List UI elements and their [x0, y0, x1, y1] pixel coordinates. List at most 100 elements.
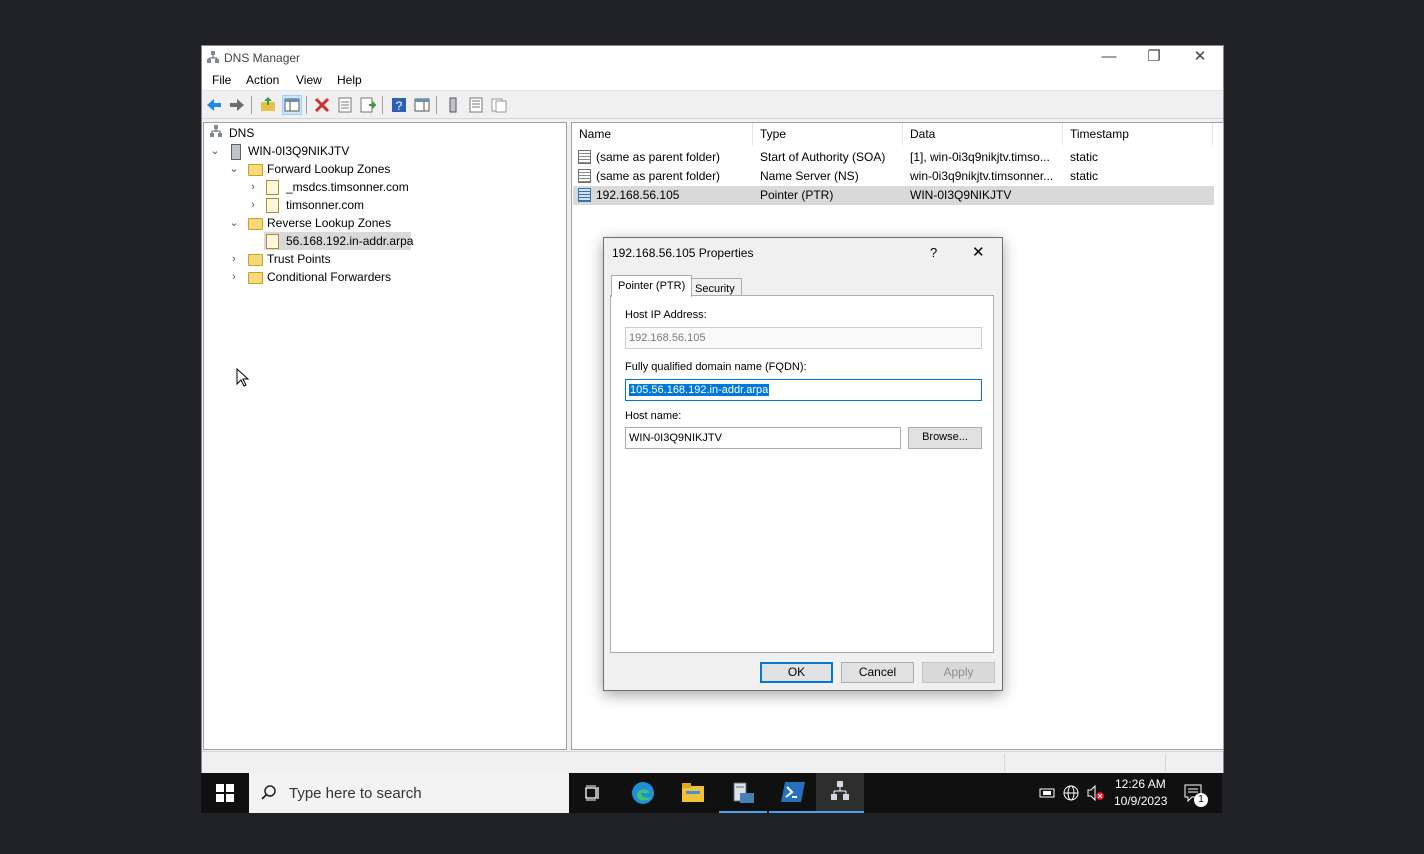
taskbar-edge[interactable] — [619, 773, 667, 813]
server-icon[interactable] — [444, 96, 462, 114]
dialog-close-button[interactable]: ✕ — [972, 243, 985, 261]
taskbar-file-explorer[interactable] — [669, 773, 717, 813]
column-header-name[interactable]: Name — [572, 123, 753, 145]
taskbar-search-box[interactable]: Type here to search — [249, 773, 569, 813]
toolbar-separator — [251, 96, 252, 114]
host-ip-field: 192.168.56.105 — [625, 327, 982, 349]
folder-icon — [248, 254, 263, 266]
record-icon — [578, 150, 591, 164]
tree-node-dns[interactable]: DNS — [208, 124, 548, 142]
cell-type: Pointer (PTR) — [760, 188, 834, 202]
task-view-button[interactable] — [569, 773, 617, 813]
chevron-right-icon[interactable]: › — [248, 178, 258, 196]
browse-button[interactable]: Browse... — [908, 427, 982, 449]
host-name-label: Host name: — [625, 410, 682, 422]
back-icon[interactable] — [205, 96, 223, 114]
properties-dialog: 192.168.56.105 Properties ? ✕ Pointer (P… — [603, 237, 1003, 691]
tree-node-reverse-lookup-zones[interactable]: ⌄ Reverse Lookup Zones — [208, 214, 548, 232]
search-icon — [261, 785, 276, 800]
chevron-right-icon[interactable]: › — [229, 250, 239, 268]
tree-label: 56.168.192.in-addr.arpa — [286, 234, 414, 248]
tree-node-forward-lookup-zones[interactable]: ⌄ Forward Lookup Zones — [208, 160, 548, 178]
list-view-icon[interactable] — [467, 96, 485, 114]
detail-view-icon[interactable] — [490, 96, 508, 114]
table-row[interactable]: (same as parent folder) Name Server (NS)… — [573, 167, 1214, 186]
clock-time[interactable]: 12:26 AM — [1115, 777, 1166, 791]
fqdn-selected-text: 105.56.168.192.in-addr.arpa — [629, 384, 770, 396]
menu-file[interactable]: File — [212, 73, 231, 87]
apply-button[interactable]: Apply — [922, 662, 995, 683]
restore-button[interactable]: ❐ — [1131, 46, 1177, 70]
tree-node-msdcs-zone[interactable]: › _msdcs.timsonner.com — [208, 178, 548, 196]
status-divider — [1004, 754, 1005, 771]
svg-text:?: ? — [396, 99, 403, 113]
edge-icon — [632, 782, 654, 804]
mouse-cursor-icon — [236, 368, 250, 387]
tree-label: Conditional Forwarders — [267, 270, 392, 284]
cell-name: 192.168.56.105 — [596, 188, 680, 202]
taskbar-server-manager[interactable] — [719, 773, 767, 813]
chevron-down-icon[interactable]: ⌄ — [210, 142, 220, 160]
windows-start-icon[interactable] — [216, 784, 234, 802]
tree-pane: DNS ⌄ WIN-0I3Q9NIKJTV ⌄ Forward Lookup Z… — [203, 122, 567, 750]
cell-type: Start of Authority (SOA) — [760, 150, 886, 164]
volume-muted-icon[interactable] — [1087, 785, 1105, 801]
taskbar-dns-manager[interactable] — [816, 773, 864, 813]
export-list-icon[interactable] — [359, 96, 377, 114]
tree-node-server[interactable]: ⌄ WIN-0I3Q9NIKJTV — [208, 142, 548, 160]
minimize-button[interactable]: — — [1086, 46, 1132, 70]
clock-date[interactable]: 10/9/2023 — [1114, 794, 1167, 808]
folder-icon — [248, 164, 263, 176]
tree-label: Reverse Lookup Zones — [267, 216, 392, 230]
chevron-down-icon[interactable]: ⌄ — [229, 214, 239, 232]
forward-icon[interactable] — [228, 96, 246, 114]
chevron-right-icon[interactable]: › — [248, 196, 258, 214]
menu-action[interactable]: Action — [246, 73, 279, 87]
cell-name: (same as parent folder) — [596, 150, 721, 164]
ok-button[interactable]: OK — [760, 662, 833, 683]
column-header-data[interactable]: Data — [903, 123, 1063, 145]
chevron-right-icon[interactable]: › — [229, 268, 239, 286]
host-ip-label: Host IP Address: — [625, 309, 707, 321]
column-header-type[interactable]: Type — [753, 123, 903, 145]
tab-pointer-ptr[interactable]: Pointer (PTR) — [611, 275, 693, 297]
close-button[interactable]: ✕ — [1177, 46, 1223, 70]
help-icon[interactable]: ? — [390, 96, 408, 114]
title-bar[interactable]: DNS Manager — ❐ ✕ — [202, 46, 1223, 70]
host-name-field[interactable]: WIN-0I3Q9NIKJTV — [625, 427, 901, 449]
tree-node-reverse-zone-selected[interactable]: 56.168.192.in-addr.arpa — [264, 232, 414, 250]
column-header-timestamp[interactable]: Timestamp — [1063, 123, 1213, 145]
cell-data: WIN-0I3Q9NIKJTV — [910, 188, 1012, 202]
network-adapter-icon[interactable] — [1039, 786, 1055, 800]
search-placeholder: Type here to search — [289, 785, 422, 802]
table-row-selected[interactable]: 192.168.56.105 Pointer (PTR) WIN-0I3Q9NI… — [573, 186, 1214, 205]
chevron-down-icon[interactable]: ⌄ — [229, 160, 239, 178]
tab-panel: Host IP Address: 192.168.56.105 Fully qu… — [610, 295, 994, 653]
window-title: DNS Manager — [224, 51, 301, 65]
tree-label: WIN-0I3Q9NIKJTV — [248, 144, 350, 158]
tree-node-timsonner-zone[interactable]: › timsonner.com — [208, 196, 548, 214]
globe-network-icon[interactable] — [1063, 785, 1079, 801]
tree-label: DNS — [229, 126, 255, 140]
properties-icon[interactable] — [336, 96, 354, 114]
record-icon — [578, 188, 591, 202]
tree-node-conditional-forwarders[interactable]: › Conditional Forwarders — [208, 268, 548, 286]
menu-help[interactable]: Help — [337, 73, 362, 87]
zone-icon — [266, 234, 279, 249]
status-bar — [202, 751, 1223, 773]
taskbar-powershell[interactable] — [769, 773, 817, 813]
fqdn-field[interactable]: 105.56.168.192.in-addr.arpa — [625, 379, 982, 401]
tree-node-trust-points[interactable]: › Trust Points — [208, 250, 548, 268]
table-row[interactable]: (same as parent folder) Start of Authori… — [573, 148, 1214, 167]
cancel-button[interactable]: Cancel — [841, 662, 914, 683]
show-hide-action-pane-icon[interactable] — [413, 96, 431, 114]
delete-icon[interactable] — [313, 96, 331, 114]
show-hide-tree-icon[interactable] — [282, 95, 302, 115]
folder-icon — [682, 783, 704, 802]
help-button[interactable]: ? — [930, 245, 937, 260]
record-icon — [578, 169, 591, 183]
up-folder-icon[interactable] — [259, 96, 277, 114]
server-manager-icon — [733, 782, 754, 803]
cell-data: win-0i3q9nikjtv.timsonner... — [910, 169, 1054, 183]
menu-view[interactable]: View — [296, 73, 322, 87]
